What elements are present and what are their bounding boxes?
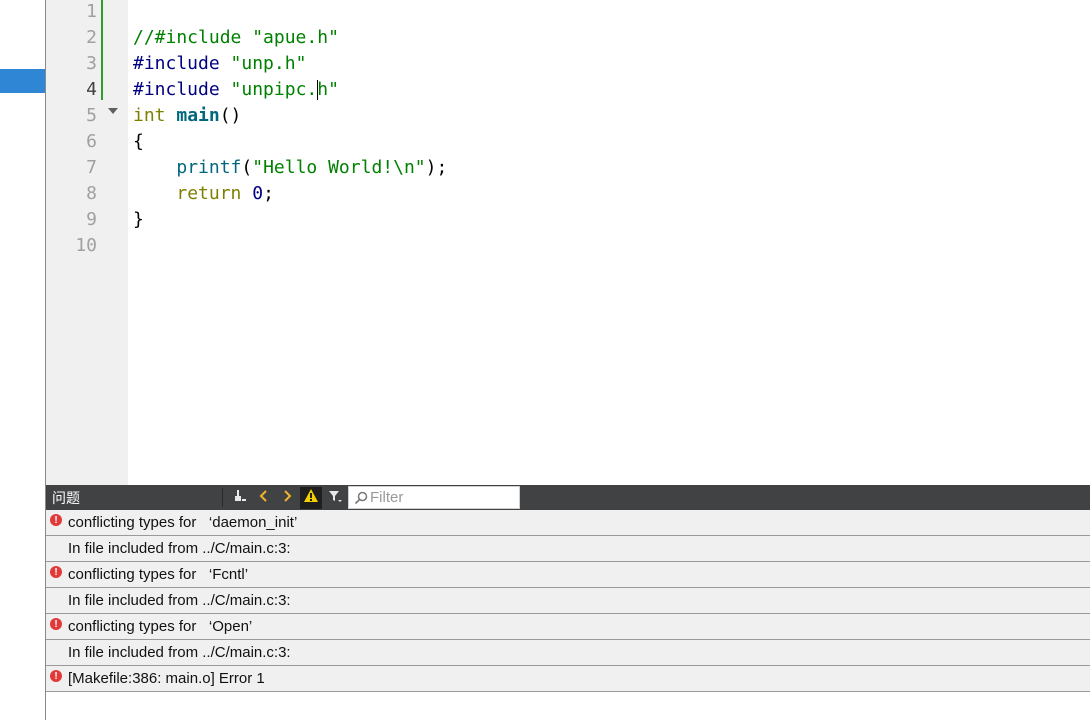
type-token: int bbox=[133, 105, 166, 126]
line-number: 2 bbox=[86, 27, 97, 48]
warning-triangle-icon bbox=[303, 488, 319, 509]
issue-text: conflicting types for ‘daemon_init’ bbox=[68, 514, 298, 531]
error-circle-icon bbox=[50, 508, 62, 534]
code-line[interactable]: #include "unpipc.h" bbox=[133, 77, 339, 103]
code-line[interactable]: return 0; bbox=[133, 181, 274, 207]
directive-token: #include bbox=[133, 53, 220, 74]
issue-row[interactable]: In file included from ../C/main.c:3: bbox=[46, 536, 1090, 562]
string-token: "unpipc. bbox=[230, 79, 318, 100]
previous-issue-button[interactable] bbox=[253, 487, 275, 509]
filter-field[interactable] bbox=[348, 486, 520, 509]
chevron-left-icon bbox=[257, 488, 271, 509]
next-issue-button[interactable] bbox=[276, 487, 298, 509]
paren-token: ); bbox=[425, 157, 448, 178]
code-line[interactable]: { bbox=[133, 129, 144, 155]
chevron-right-icon bbox=[280, 488, 294, 509]
issue-text: In file included from ../C/main.c:3: bbox=[68, 592, 291, 609]
comment-token: //#include "apue.h" bbox=[133, 27, 339, 48]
left-panel-selected-row[interactable] bbox=[0, 69, 45, 93]
line-number-gutter: 1 2 3 4 5 6 7 8 9 10 bbox=[46, 0, 128, 485]
fold-arrow-icon[interactable] bbox=[108, 108, 118, 114]
string-token: h" bbox=[317, 79, 339, 100]
line-number: 5 bbox=[86, 105, 97, 126]
issues-toolbar: 问题 bbox=[46, 485, 1090, 510]
directive-token: #include bbox=[133, 79, 220, 100]
keyword-token: return bbox=[176, 183, 242, 204]
line-number: 1 bbox=[86, 1, 97, 22]
function-name-token: main bbox=[176, 105, 220, 126]
semicolon-token: ; bbox=[263, 183, 274, 204]
clean-button[interactable] bbox=[229, 487, 251, 509]
issues-panel: 问题 Filter ! conflicting types for ‘daemo… bbox=[46, 485, 1090, 720]
paren-token: ( bbox=[241, 157, 253, 178]
issue-text: conflicting types for ‘Open’ bbox=[68, 618, 253, 635]
brace-token: } bbox=[133, 209, 144, 230]
code-line[interactable]: int main() bbox=[133, 103, 241, 129]
issue-row[interactable]: conflicting types for ‘Fcntl’ bbox=[46, 560, 1090, 588]
broom-icon bbox=[232, 488, 248, 509]
issue-row[interactable]: In file included from ../C/main.c:3: bbox=[46, 588, 1090, 614]
code-line[interactable]: #include "unp.h" bbox=[133, 51, 306, 77]
change-marker bbox=[101, 24, 103, 100]
string-token: "unp.h" bbox=[230, 53, 307, 74]
issue-row[interactable]: conflicting types for ‘daemon_init’ bbox=[46, 508, 1090, 536]
error-circle-icon bbox=[50, 560, 62, 586]
line-number: 10 bbox=[75, 235, 97, 256]
paren-token: () bbox=[219, 105, 242, 126]
error-circle-icon bbox=[50, 612, 62, 638]
brace-token: { bbox=[133, 131, 144, 152]
number-token: 0 bbox=[252, 183, 264, 204]
issue-row[interactable]: conflicting types for ‘Open’ bbox=[46, 612, 1090, 640]
toolbar-divider bbox=[222, 488, 223, 507]
magnifier-icon bbox=[354, 491, 368, 505]
filter-icon bbox=[327, 488, 343, 509]
code-editor[interactable]: 1 2 3 4 5 6 7 8 9 10 //#include "apue.h"… bbox=[46, 0, 1090, 485]
line-number-current: 4 bbox=[86, 79, 97, 100]
issue-text: In file included from ../C/main.c:3: bbox=[68, 540, 291, 557]
function-call-token: printf bbox=[176, 157, 242, 178]
line-number: 6 bbox=[86, 131, 97, 152]
code-line[interactable]: //#include "apue.h" bbox=[133, 25, 339, 51]
line-number: 9 bbox=[86, 209, 97, 230]
issue-text: [Makefile:386: main.o] Error 1 bbox=[68, 670, 265, 687]
error-circle-icon bbox=[50, 664, 62, 690]
issue-text: conflicting types for ‘Fcntl’ bbox=[68, 566, 249, 583]
filter-menu-button[interactable] bbox=[324, 487, 346, 509]
line-number: 8 bbox=[86, 183, 97, 204]
issue-row[interactable]: In file included from ../C/main.c:3: bbox=[46, 640, 1090, 666]
change-marker bbox=[101, 0, 103, 24]
filter-input[interactable] bbox=[368, 489, 510, 506]
issue-row[interactable]: [Makefile:386: main.o] Error 1 bbox=[46, 664, 1090, 692]
left-side-panel bbox=[0, 0, 46, 720]
show-warnings-toggle[interactable] bbox=[300, 487, 322, 509]
issue-text: In file included from ../C/main.c:3: bbox=[68, 644, 291, 661]
string-token: "Hello World!\n" bbox=[252, 157, 426, 178]
line-number: 7 bbox=[86, 157, 97, 178]
code-line[interactable]: } bbox=[133, 207, 144, 233]
code-line[interactable]: printf("Hello World!\n"); bbox=[133, 155, 447, 181]
line-number: 3 bbox=[86, 53, 97, 74]
